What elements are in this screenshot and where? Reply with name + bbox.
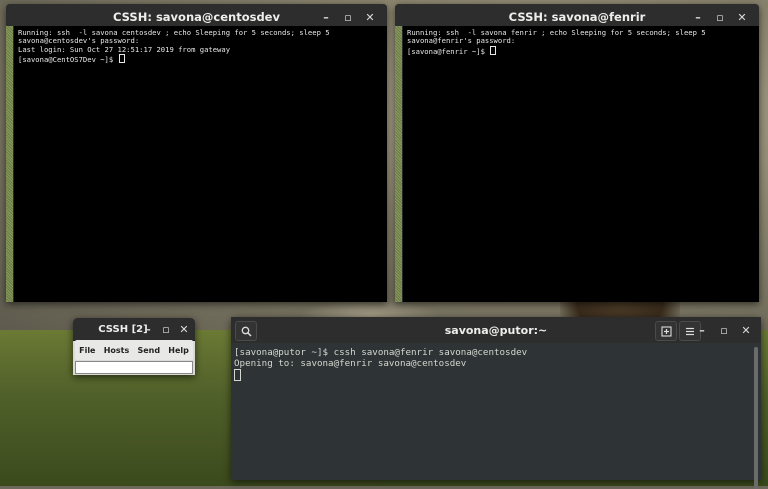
minimize-button[interactable]: – [139, 318, 157, 340]
cssh-window-fenrir[interactable]: CSSH: savona@fenrir – ▫ ✕ Running: ssh -… [395, 4, 759, 302]
minimize-button[interactable]: – [691, 319, 713, 341]
scrollbar[interactable] [6, 26, 13, 302]
new-tab-button[interactable] [655, 321, 677, 341]
maximize-button[interactable]: ▫ [713, 319, 735, 341]
cursor [490, 45, 497, 55]
header-bar[interactable]: savona@putor:~ – ▫ ✕ [231, 317, 761, 343]
terminal-output[interactable]: Running: ssh -l savona fenrir ; echo Sle… [403, 26, 759, 302]
minimize-button[interactable]: – [687, 6, 709, 28]
terminal-output[interactable]: [savona@putor ~]$ cssh savona@fenrir sav… [231, 343, 761, 480]
minimize-button[interactable]: – [315, 6, 337, 28]
maximize-button[interactable]: ▫ [709, 6, 731, 28]
maximize-button[interactable]: ▫ [337, 6, 359, 28]
gnome-terminal-window[interactable]: savona@putor:~ – ▫ ✕ [savona@putor ~]$ c… [231, 317, 761, 489]
search-button[interactable] [235, 321, 257, 341]
cursor [234, 369, 241, 381]
menu-hosts[interactable]: Hosts [104, 346, 130, 355]
close-button[interactable]: ✕ [735, 319, 757, 341]
new-tab-icon [660, 325, 672, 337]
window-title: CSSH: savona@fenrir [508, 10, 646, 24]
terminal-line: savona@fenrir's password: [407, 36, 516, 46]
scrollbar[interactable] [395, 26, 402, 302]
menu-send[interactable]: Send [137, 346, 160, 355]
window-title: savona@putor:~ [444, 323, 548, 337]
terminal-prompt-line [234, 369, 758, 382]
close-button[interactable]: ✕ [731, 6, 753, 28]
prompt: [savona@CentOS7Dev ~]$ [18, 54, 118, 64]
cssh-window-centosdev[interactable]: CSSH: savona@centosdev – ▫ ✕ Running: ss… [6, 4, 387, 302]
menu-file[interactable]: File [79, 346, 95, 355]
scrollbar[interactable] [754, 347, 758, 489]
terminal-line: Last login: Sun Oct 27 12:51:17 2019 fro… [18, 44, 231, 54]
close-button[interactable]: ✕ [175, 318, 193, 340]
terminal-prompt-line: [savona@fenrir ~]$ [407, 45, 755, 56]
titlebar[interactable]: CSSH [2] – ▫ ✕ [73, 318, 195, 341]
terminal-output[interactable]: Running: ssh -l savona centosdev ; echo … [14, 26, 387, 302]
cursor [118, 53, 125, 63]
close-button[interactable]: ✕ [359, 6, 381, 28]
search-icon [241, 326, 252, 337]
terminal-line: [savona@putor ~]$ cssh savona@fenrir sav… [234, 347, 528, 358]
menu-help[interactable]: Help [168, 346, 189, 355]
prompt: [savona@fenrir ~]$ [407, 46, 490, 56]
cssh-control-window[interactable]: CSSH [2] – ▫ ✕ File Hosts Send Help [73, 318, 195, 375]
terminal-prompt-line: [savona@CentOS7Dev ~]$ [18, 53, 383, 64]
menu-bar: File Hosts Send Help [75, 340, 193, 360]
window-title: CSSH: savona@centosdev [113, 10, 280, 24]
cssh-command-input[interactable] [75, 361, 193, 374]
terminal-line: Opening to: savona@fenrir savona@centosd… [234, 358, 467, 369]
maximize-button[interactable]: ▫ [157, 318, 175, 340]
